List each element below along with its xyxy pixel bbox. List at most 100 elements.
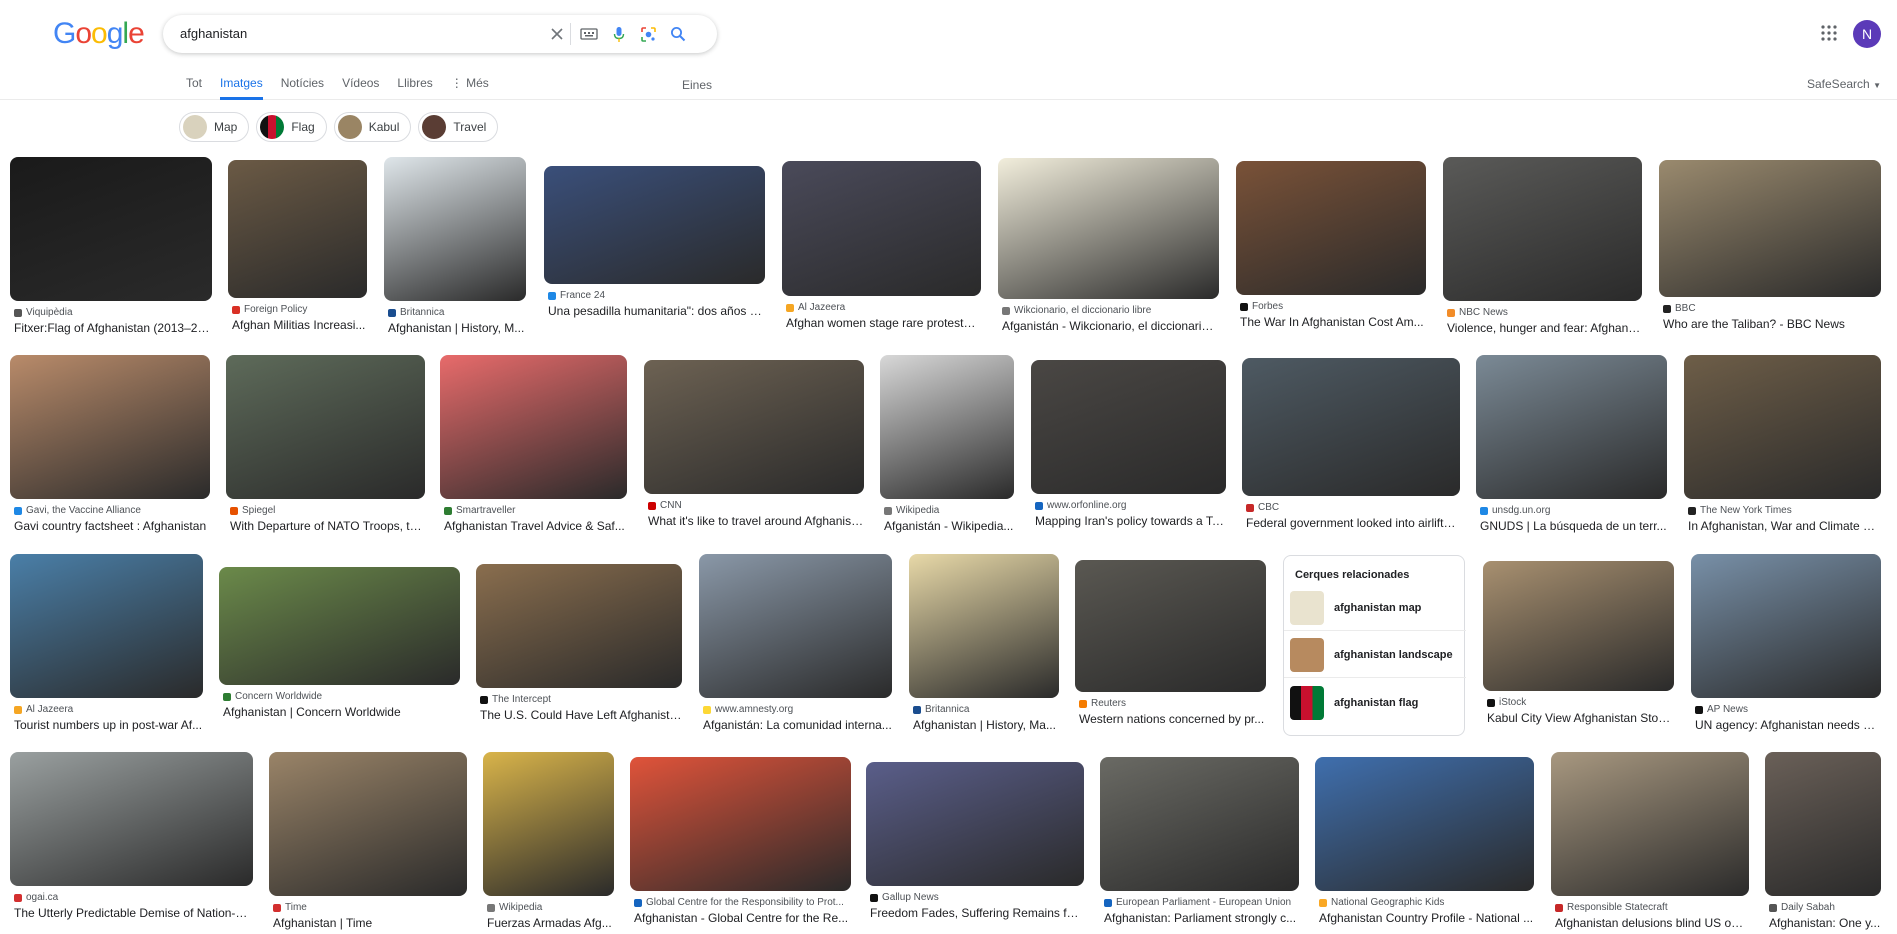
- result-title[interactable]: Afghanistan | Concern Worldwide: [223, 705, 460, 719]
- result-thumbnail[interactable]: [1483, 561, 1674, 691]
- result-thumbnail[interactable]: [1031, 360, 1226, 494]
- chip-travel[interactable]: Travel: [418, 112, 499, 142]
- result-title[interactable]: Freedom Fades, Suffering Remains for...: [870, 906, 1084, 920]
- result-thumbnail[interactable]: [219, 567, 460, 685]
- result-source[interactable]: BBC: [1663, 303, 1881, 314]
- tab-all[interactable]: Tot: [186, 76, 202, 100]
- result-title[interactable]: Who are the Taliban? - BBC News: [1663, 317, 1881, 331]
- result-thumbnail[interactable]: [699, 554, 892, 698]
- google-logo[interactable]: Google: [53, 17, 145, 51]
- result-source[interactable]: Gavi, the Vaccine Alliance: [14, 505, 210, 516]
- result-title[interactable]: Afghanistan | History, M...: [388, 321, 526, 335]
- result-thumbnail[interactable]: [476, 564, 682, 688]
- result-thumbnail[interactable]: [1765, 752, 1881, 896]
- result-title[interactable]: Kabul City View Afghanistan Stoc...: [1487, 711, 1674, 725]
- result-thumbnail[interactable]: [1443, 157, 1642, 301]
- result-thumbnail[interactable]: [228, 160, 367, 298]
- result-thumbnail[interactable]: [10, 157, 212, 301]
- result-thumbnail[interactable]: [1242, 358, 1460, 496]
- result-title[interactable]: Tourist numbers up in post-war Af...: [14, 718, 203, 732]
- chip-map[interactable]: Map: [179, 112, 250, 142]
- result-title[interactable]: Afghanistan Travel Advice & Saf...: [444, 519, 627, 533]
- result-source[interactable]: Wikcionario, el diccionario libre: [1002, 305, 1219, 316]
- result-title[interactable]: Violence, hunger and fear: Afghanis...: [1447, 321, 1642, 335]
- apps-grid-icon[interactable]: [1820, 24, 1840, 44]
- result-thumbnail[interactable]: [1551, 752, 1749, 896]
- result-title[interactable]: GNUDS | La búsqueda de un terr...: [1480, 519, 1667, 533]
- result-source[interactable]: Wikipedia: [884, 505, 1014, 516]
- result-title[interactable]: The War In Afghanistan Cost Am...: [1240, 315, 1426, 329]
- result-thumbnail[interactable]: [226, 355, 425, 499]
- search-input[interactable]: [180, 26, 540, 41]
- tab-books[interactable]: Llibres: [397, 76, 432, 100]
- lens-icon[interactable]: [638, 24, 658, 44]
- result-title[interactable]: Una pesadilla humanitaria": dos años d..…: [548, 304, 765, 318]
- result-source[interactable]: France 24: [548, 290, 765, 301]
- chip-flag[interactable]: Flag: [256, 112, 327, 142]
- result-title[interactable]: Afghan women stage rare protests, ...: [786, 316, 981, 330]
- result-thumbnail[interactable]: [269, 752, 467, 896]
- result-title[interactable]: Fitxer:Flag of Afghanistan (2013–20...: [14, 321, 212, 335]
- result-thumbnail[interactable]: [1476, 355, 1667, 499]
- result-thumbnail[interactable]: [1691, 554, 1881, 698]
- result-source[interactable]: The Intercept: [480, 694, 682, 705]
- result-title[interactable]: Mapping Iran's policy towards a Ta...: [1035, 514, 1226, 528]
- result-thumbnail[interactable]: [1236, 161, 1426, 295]
- result-title[interactable]: Afghanistan | History, Ma...: [913, 718, 1059, 732]
- result-source[interactable]: Viquipèdia: [14, 307, 212, 318]
- result-title[interactable]: Gavi country factsheet : Afghanistan: [14, 519, 210, 533]
- tools-button[interactable]: Eines: [682, 78, 712, 92]
- related-search-item[interactable]: afghanistan landscape: [1290, 638, 1458, 672]
- related-search-item[interactable]: afghanistan flag: [1290, 686, 1458, 720]
- result-title[interactable]: The U.S. Could Have Left Afghanista...: [480, 708, 682, 722]
- result-source[interactable]: The New York Times: [1688, 505, 1881, 516]
- result-thumbnail[interactable]: [1684, 355, 1881, 499]
- result-title[interactable]: Afganistán - Wikipedia...: [884, 519, 1014, 533]
- tab-news[interactable]: Notícies: [281, 76, 324, 100]
- result-source[interactable]: www.amnesty.org: [703, 704, 892, 715]
- result-title[interactable]: Western nations concerned by pr...: [1079, 712, 1266, 726]
- result-thumbnail[interactable]: [866, 762, 1084, 886]
- result-source[interactable]: unsdg.un.org: [1480, 505, 1667, 516]
- result-title[interactable]: Afghanistan - Global Centre for the Re..…: [634, 911, 851, 925]
- result-source[interactable]: CBC: [1246, 502, 1460, 513]
- result-title[interactable]: Afghanistan: Parliament strongly c...: [1104, 911, 1299, 925]
- result-thumbnail[interactable]: [1100, 757, 1299, 891]
- tab-images[interactable]: Imatges: [220, 76, 263, 100]
- result-source[interactable]: Concern Worldwide: [223, 691, 460, 702]
- result-source[interactable]: National Geographic Kids: [1319, 897, 1534, 908]
- result-title[interactable]: Afghanistan: One y...: [1769, 916, 1881, 930]
- result-title[interactable]: Afghanistan Country Profile - National .…: [1319, 911, 1534, 925]
- result-thumbnail[interactable]: [782, 161, 981, 296]
- search-icon[interactable]: [668, 24, 688, 44]
- result-source[interactable]: Daily Sabah: [1769, 902, 1881, 913]
- result-thumbnail[interactable]: [1075, 560, 1266, 692]
- result-source[interactable]: Spiegel: [230, 505, 425, 516]
- result-title[interactable]: Afghanistan delusions blind US on ...: [1555, 916, 1749, 930]
- result-title[interactable]: Federal government looked into airlifts …: [1246, 516, 1460, 530]
- result-title[interactable]: Afganistán - Wikcionario, el diccionario…: [1002, 319, 1219, 333]
- result-thumbnail[interactable]: [440, 355, 627, 499]
- result-source[interactable]: NBC News: [1447, 307, 1642, 318]
- result-title[interactable]: Fuerzas Armadas Afg...: [487, 916, 614, 930]
- account-avatar[interactable]: N: [1853, 20, 1881, 48]
- clear-icon[interactable]: [547, 24, 567, 44]
- tab-more[interactable]: ⋮ Més: [451, 76, 489, 100]
- result-source[interactable]: Britannica: [388, 307, 526, 318]
- result-source[interactable]: Forbes: [1240, 301, 1426, 312]
- microphone-icon[interactable]: [609, 24, 629, 44]
- result-source[interactable]: AP News: [1695, 704, 1881, 715]
- result-thumbnail[interactable]: [998, 158, 1219, 299]
- result-source[interactable]: Time: [273, 902, 467, 913]
- result-source[interactable]: Foreign Policy: [232, 304, 367, 315]
- result-title[interactable]: Afganistán: La comunidad interna...: [703, 718, 892, 732]
- result-source[interactable]: Gallup News: [870, 892, 1084, 903]
- result-thumbnail[interactable]: [644, 360, 864, 494]
- tab-videos[interactable]: Vídeos: [342, 76, 379, 100]
- result-source[interactable]: Responsible Statecraft: [1555, 902, 1749, 913]
- result-thumbnail[interactable]: [10, 554, 203, 698]
- result-thumbnail[interactable]: [10, 752, 253, 886]
- result-thumbnail[interactable]: [880, 355, 1014, 499]
- result-source[interactable]: Global Centre for the Responsibility to …: [634, 897, 851, 908]
- result-source[interactable]: Al Jazeera: [786, 302, 981, 313]
